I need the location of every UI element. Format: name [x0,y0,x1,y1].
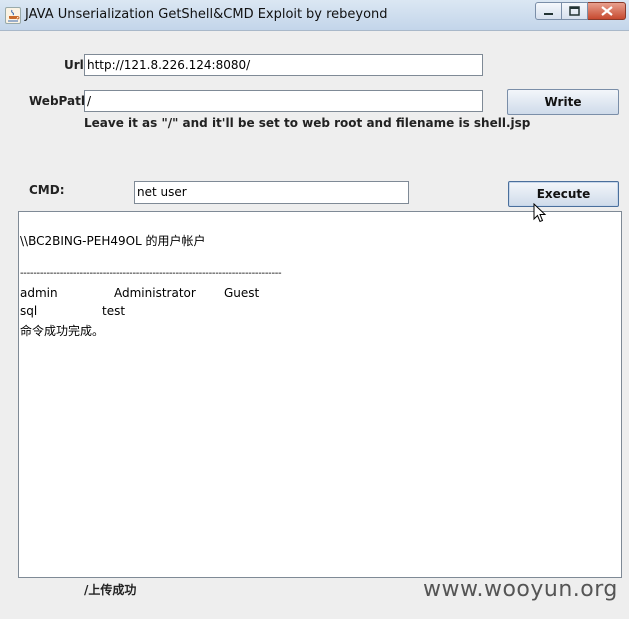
cmd-input[interactable]: net user [134,181,409,204]
app-window: JAVA Unserialization GetShell&CMD Exploi… [0,0,629,619]
mouse-pointer-icon [533,203,547,223]
minimize-icon [544,13,553,15]
output-separator: ----------------------------------------… [20,268,282,279]
url-input[interactable]: http://121.8.226.124:8080/ [84,54,483,76]
output-footer: 命令成功完成。 [20,324,105,338]
write-button[interactable]: Write [507,89,619,115]
webpath-input[interactable]: / [84,90,483,112]
output-cell: sql [20,304,38,318]
output-cell: Administrator [114,286,196,300]
window-title: JAVA Unserialization GetShell&CMD Exploi… [25,7,303,22]
maximize-button[interactable] [562,2,588,20]
webpath-hint: Leave it as "/" and it'll be set to web … [84,116,531,130]
maximize-icon [569,6,580,16]
output-cell: admin [20,286,58,300]
title-bar: JAVA Unserialization GetShell&CMD Exploi… [0,0,629,31]
command-output-area[interactable]: \\BC2BING-PEH49OL 的用户帐户 ----------------… [18,211,622,578]
watermark: www.wooyun.org [423,577,618,602]
output-cell: Guest [224,286,260,300]
execute-button[interactable]: Execute [508,181,619,207]
minimize-button[interactable] [535,2,562,20]
window-author: by rebeyond [306,7,388,22]
cmd-label: CMD: [29,183,65,197]
output-cell: test [102,304,126,318]
output-header: \\BC2BING-PEH49OL 的用户帐户 [20,234,206,248]
java-app-icon [5,7,21,24]
close-icon [600,6,613,16]
close-button[interactable] [588,2,626,20]
status-text: /上传成功 [84,583,137,597]
